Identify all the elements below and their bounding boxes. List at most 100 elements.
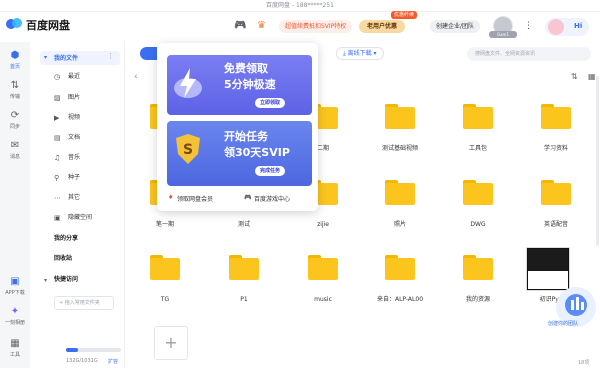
collapse-icon[interactable]: ▾ xyxy=(44,54,47,61)
rail-item-sync[interactable]: ⟳ 同步 xyxy=(0,110,30,130)
baidu-pan-logo-icon[interactable] xyxy=(6,16,22,30)
quick-access-collapse-icon[interactable]: ▾ xyxy=(44,277,47,284)
document-icon: ▤ xyxy=(54,134,61,142)
rail-label: 消息 xyxy=(9,154,20,160)
nav-item-music[interactable]: ♫ 音乐 xyxy=(54,153,80,163)
offline-download-label: 离线下载 xyxy=(347,50,372,57)
file-name[interactable]: TG xyxy=(128,296,202,304)
expand-storage-link[interactable]: 扩容 xyxy=(108,358,118,365)
nav-my-files[interactable]: 我的文件 xyxy=(54,53,78,62)
file-name[interactable]: 学习资料 xyxy=(519,145,593,153)
file-name[interactable]: P1 xyxy=(207,296,281,304)
clock-icon: ◷ xyxy=(54,73,61,81)
search-input[interactable]: 搜网盘文件、全网资源资讯 xyxy=(467,47,591,61)
file-name[interactable]: 测试基础视频 xyxy=(363,145,437,153)
promo-tag: 优惠纤续 xyxy=(391,11,418,19)
nav-label: 种子 xyxy=(68,174,81,181)
folder-icon[interactable] xyxy=(229,255,259,280)
rail-item-app-download[interactable]: ▣ APP下载 xyxy=(0,276,30,296)
folder-icon[interactable] xyxy=(385,180,415,205)
rail-item-transfer[interactable]: ⇅ 传输 xyxy=(0,80,30,100)
svip-renew-button[interactable]: 超值续费抵扣SVIP特权 xyxy=(279,20,353,33)
video-icon: ▶ xyxy=(54,114,60,122)
vip-gem-icon: ♦ xyxy=(168,194,174,201)
app-logo-text[interactable]: 百度网盘 xyxy=(26,17,70,33)
folder-icon[interactable] xyxy=(308,255,338,280)
rail-item-tools[interactable]: ▦ 工具 xyxy=(0,338,30,358)
offline-download-button[interactable]: ⤓ 离线下载 ▾ xyxy=(336,47,384,60)
more-menu-icon[interactable]: ⋮ xyxy=(524,21,533,31)
file-name[interactable]: 笔一期 xyxy=(128,221,202,229)
sort-icon[interactable]: ⇅ xyxy=(571,72,578,81)
folder-icon[interactable] xyxy=(463,255,493,280)
nav-item-hidden-space[interactable]: ▣ 隐藏空间 xyxy=(54,213,92,223)
nav-more-icon[interactable]: ⋮ xyxy=(107,52,114,60)
create-team-label[interactable]: 创建你的团队 xyxy=(548,320,578,327)
folder-icon[interactable] xyxy=(463,104,493,129)
rail-label: 工具 xyxy=(9,352,20,358)
folder-icon[interactable] xyxy=(463,180,493,205)
file-name[interactable]: zijie xyxy=(286,221,360,229)
nav-item-video[interactable]: ▶ 视频 xyxy=(54,113,80,123)
storage-fill xyxy=(66,348,78,352)
home-icon: ⬢ xyxy=(10,50,20,61)
folder-icon[interactable] xyxy=(150,255,180,280)
nav-label: 隐藏空间 xyxy=(68,214,93,221)
nav-label: 音乐 xyxy=(68,154,81,161)
file-name[interactable]: 来自：ALP-AL00 xyxy=(363,296,437,304)
file-name[interactable]: 照片 xyxy=(363,221,437,229)
rail-label: APP下载 xyxy=(5,290,25,296)
complete-task-button[interactable]: 完成任务 xyxy=(255,166,286,176)
nav-item-docs[interactable]: ▤ 文档 xyxy=(54,133,80,143)
nav-recycle-bin[interactable]: 回收站 xyxy=(54,254,72,264)
back-arrow-icon[interactable]: ‹ xyxy=(134,72,138,82)
rail-label: 传输 xyxy=(9,94,20,100)
nav-my-share[interactable]: 我的分享 xyxy=(54,234,78,244)
sync-icon: ⟳ xyxy=(10,110,20,121)
scrollbar[interactable] xyxy=(596,76,599,246)
seed-icon: ⚲ xyxy=(54,174,60,182)
nav-label: 图片 xyxy=(68,94,81,101)
file-name[interactable]: music xyxy=(286,296,360,304)
nav-item-seeds[interactable]: ⚲ 种子 xyxy=(54,173,80,183)
folder-icon[interactable] xyxy=(385,255,415,280)
rail-item-message[interactable]: ✉ 消息 xyxy=(0,140,30,160)
claim-now-button[interactable]: 立即领取 xyxy=(255,98,286,108)
add-quick-access-button[interactable]: + 拖入常用文件夹 xyxy=(54,296,114,310)
nav-label: 其它 xyxy=(68,194,81,201)
claim-member-link[interactable]: 领取网盘会员 xyxy=(177,194,213,203)
promo1-line2: 5分钟极速 xyxy=(224,78,276,91)
folder-icon[interactable] xyxy=(541,104,571,129)
rail-item-album[interactable]: ✦ 一刻相册 xyxy=(0,306,30,326)
more-icon: ⋯ xyxy=(54,194,61,202)
nav-item-recent[interactable]: ◷ 最近 xyxy=(54,72,80,82)
file-name[interactable]: 英语配音 xyxy=(519,221,593,229)
python-doc-thumbnail-image xyxy=(528,249,568,271)
file-name[interactable]: 测试 xyxy=(207,221,281,229)
file-name[interactable]: DWG xyxy=(441,221,515,229)
new-item-button[interactable]: + xyxy=(154,326,188,360)
nav-quick-access[interactable]: 快捷访问 xyxy=(54,275,78,285)
grid-view-icon[interactable]: ▦ xyxy=(588,72,596,81)
old-user-offer-button[interactable]: 老用户优惠 xyxy=(359,20,406,33)
tools-icon: ▦ xyxy=(10,338,20,349)
avatar-name-label: Gam1 xyxy=(489,31,517,38)
crown-icon[interactable]: ♛ xyxy=(257,20,266,32)
nav-label: 视频 xyxy=(68,114,81,121)
app-download-icon: ▣ xyxy=(10,276,20,287)
file-name[interactable]: 我的资源 xyxy=(441,296,515,304)
game-center-link[interactable]: 百度游戏中心 xyxy=(254,194,290,203)
rail-label: 同步 xyxy=(9,124,20,130)
folder-icon[interactable] xyxy=(385,104,415,129)
rail-label: 首页 xyxy=(9,64,20,70)
nav-label: 最近 xyxy=(68,73,81,80)
file-name[interactable]: 工具包 xyxy=(441,145,515,153)
folder-icon[interactable] xyxy=(541,180,571,205)
create-team-button[interactable]: 创建企业/团队 xyxy=(430,20,481,33)
rail-item-home[interactable]: ⬢ 首页 xyxy=(0,50,30,70)
nav-item-other[interactable]: ⋯ 其它 xyxy=(54,193,80,203)
storage-usage-text: 132G/1031G xyxy=(66,358,98,364)
nav-item-images[interactable]: ▨ 图片 xyxy=(54,93,80,103)
mascot-icon[interactable] xyxy=(548,19,564,35)
game-icon[interactable]: 🎮 xyxy=(234,20,246,32)
